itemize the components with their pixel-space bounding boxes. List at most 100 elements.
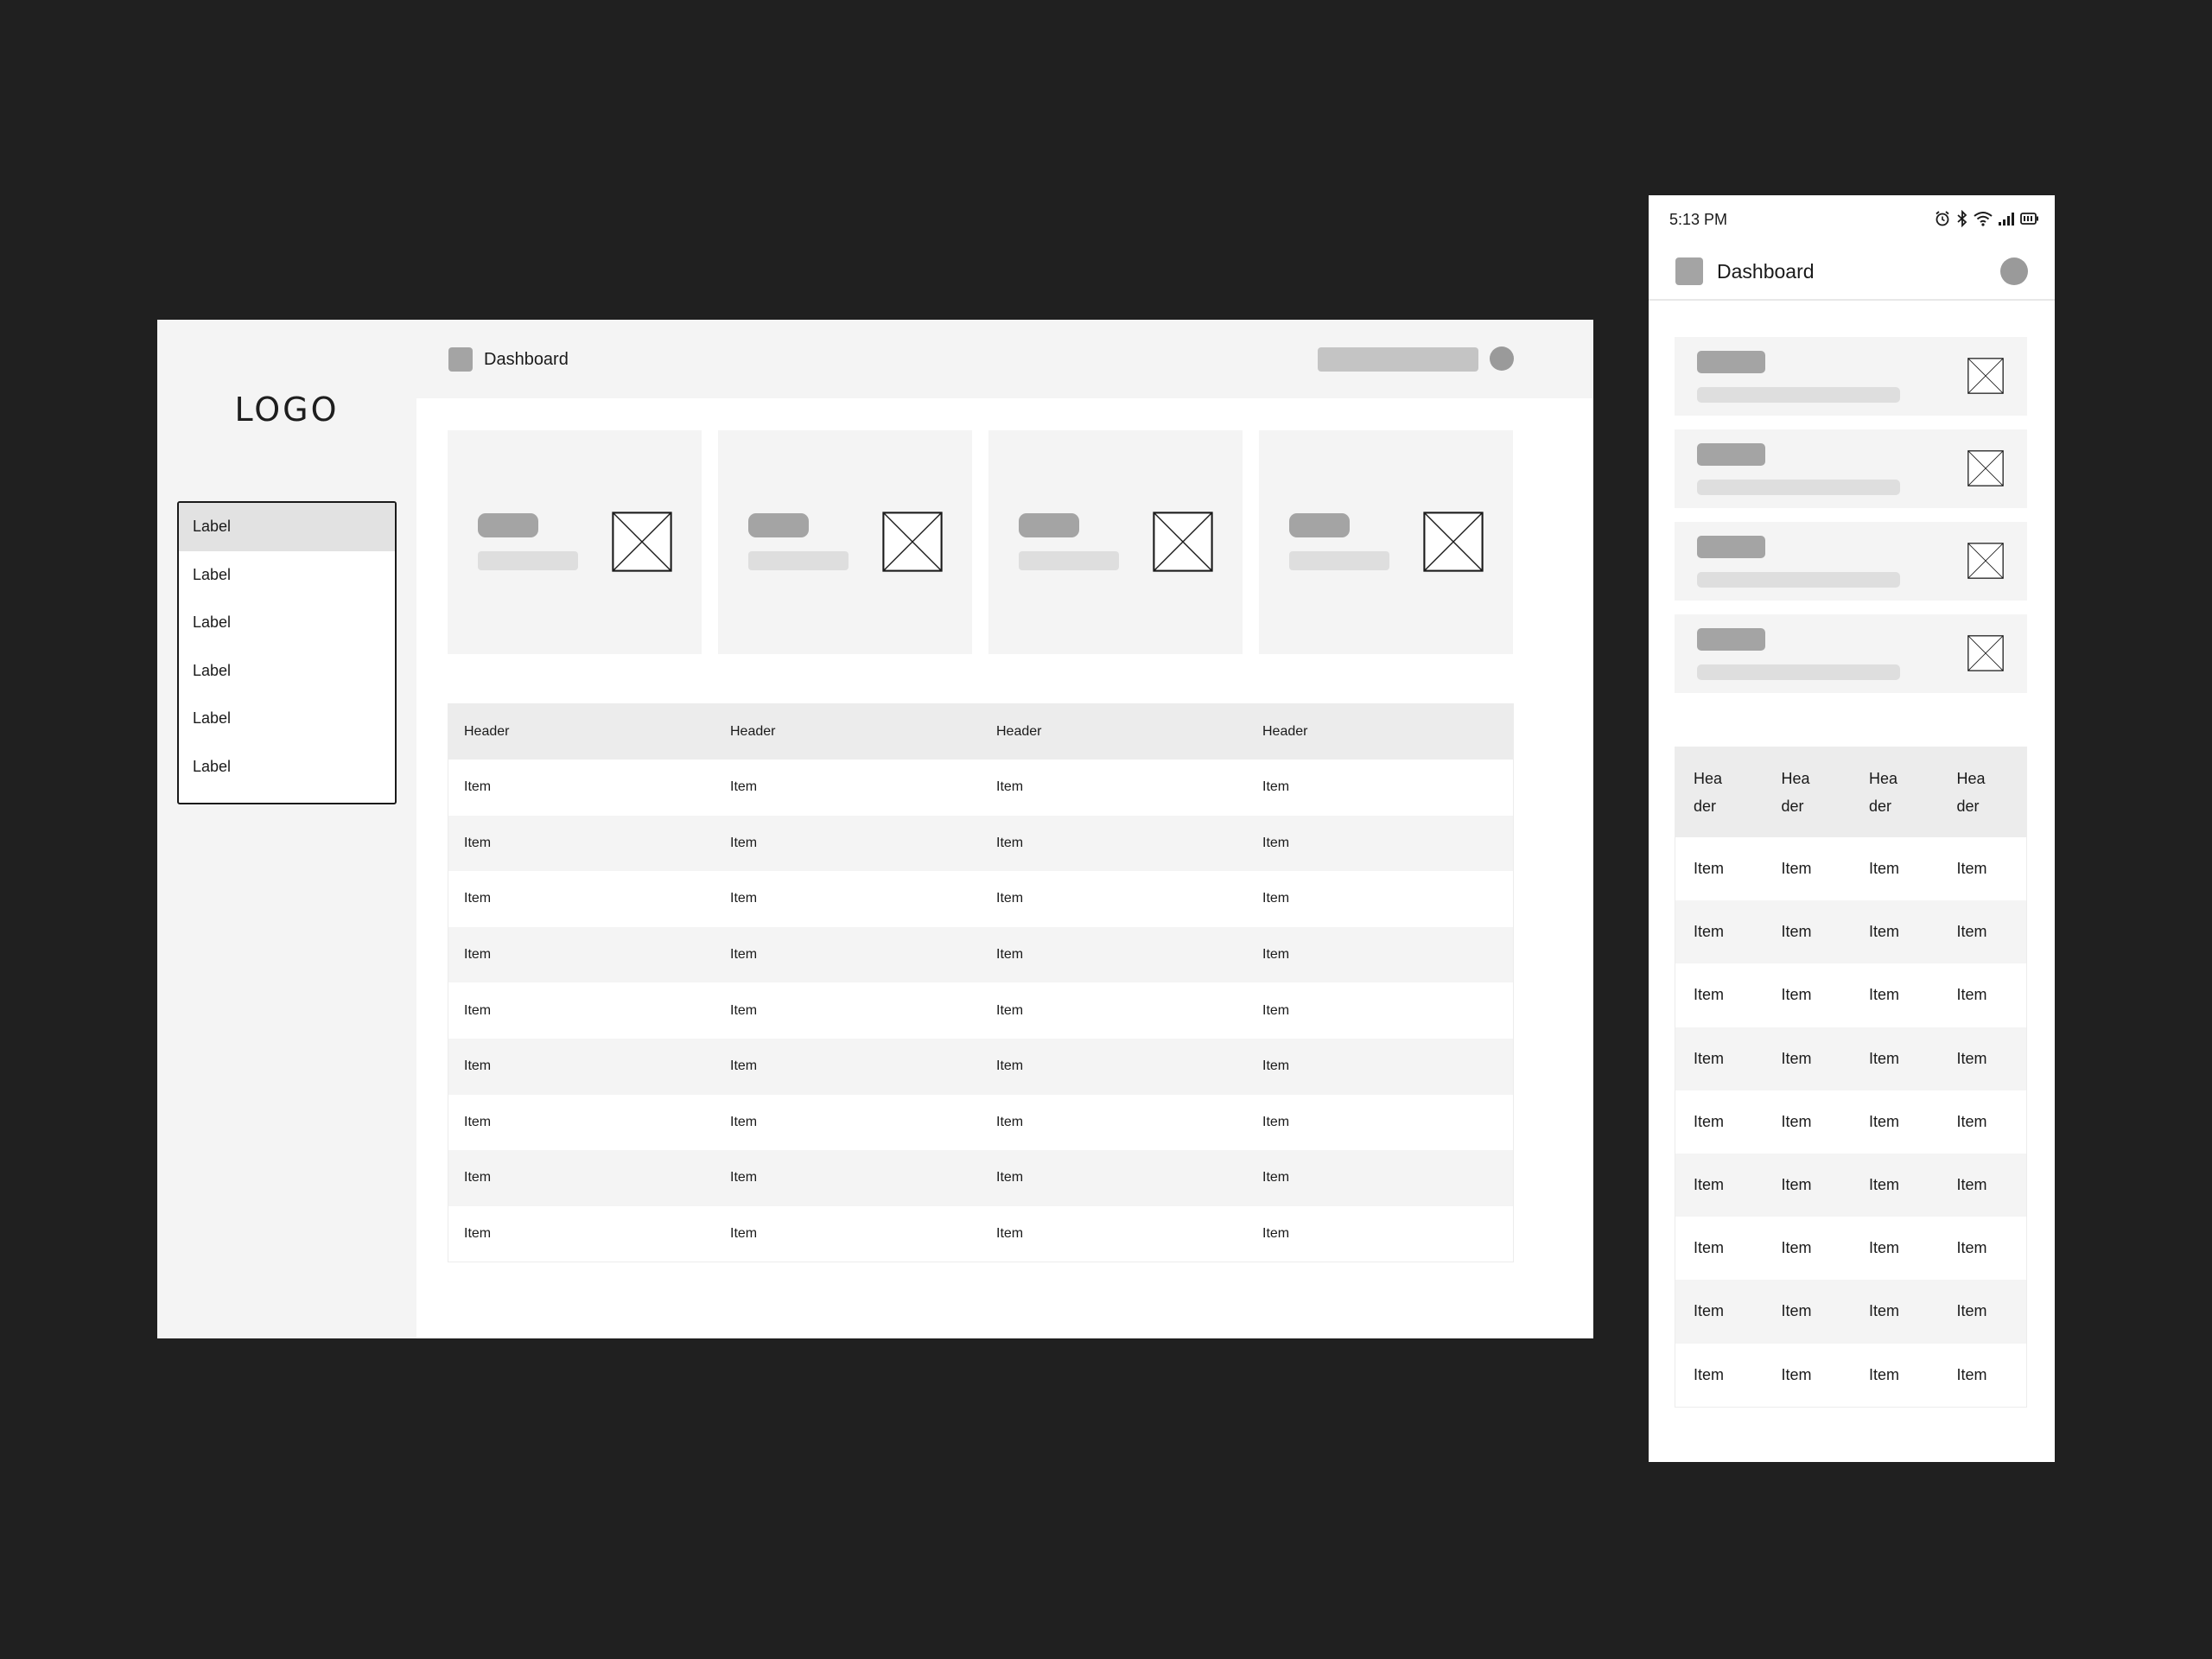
table-header-cell[interactable]: Header <box>1675 765 1764 820</box>
table-cell: Item <box>730 1226 758 1242</box>
table-cell: Item <box>1956 860 1987 878</box>
table-row[interactable]: Item Item Item Item <box>448 1206 1513 1262</box>
table-header-cell[interactable]: Header <box>1764 765 1852 820</box>
table-header-cell[interactable]: Header <box>1851 765 1939 820</box>
table-cell: Item <box>1956 986 1987 1004</box>
placeholder-pill <box>1697 443 1765 466</box>
app-icon <box>448 347 473 372</box>
table-row[interactable]: Item Item Item Item <box>448 1095 1513 1151</box>
table-cell: Item <box>730 1114 758 1129</box>
table-cell: Item <box>1262 1114 1290 1129</box>
table-cell: Item <box>1869 986 1900 1004</box>
search-bar[interactable] <box>1318 347 1478 372</box>
table-cell: Item <box>996 1114 1024 1129</box>
table-cell: Item <box>1869 923 1900 941</box>
table-row[interactable]: Item Item Item Item <box>1675 900 2026 964</box>
placeholder-pill <box>1019 513 1079 537</box>
table-cell: Item <box>730 947 758 963</box>
avatar[interactable] <box>2000 257 2028 285</box>
placeholder-bar <box>1697 572 1900 588</box>
table-cell: Item <box>996 1170 1024 1185</box>
app-icon <box>1675 257 1703 285</box>
table-header-cell[interactable]: Header <box>981 724 1247 740</box>
page-title: Dashboard <box>484 350 569 369</box>
table-row[interactable]: Item Item Item Item <box>1675 963 2026 1027</box>
table-row[interactable]: Item Item Item Item <box>1675 1027 2026 1090</box>
table-row[interactable]: Item Item Item Item <box>1675 837 2026 900</box>
sidebar-item[interactable]: Label <box>179 599 395 647</box>
data-table: Header Header Header Header Item Item Item Item… <box>1675 747 2027 1408</box>
sidebar-item[interactable]: Label <box>179 647 395 696</box>
table-cell: Item <box>1956 1049 1987 1067</box>
sidebar-item[interactable]: Label <box>179 743 395 791</box>
stat-card[interactable] <box>988 430 1243 654</box>
table-row[interactable]: Item Item Item Item <box>448 760 1513 816</box>
table-cell: Item <box>1869 1112 1900 1130</box>
table-cell: Item <box>1262 891 1290 906</box>
table-header-cell[interactable]: Header <box>715 724 981 740</box>
table-cell: Item <box>1781 923 1812 941</box>
table-cell: Item <box>1262 1002 1290 1018</box>
mobile-wireframe: 5:13 PM Dashboard Header Header Header Head… <box>1649 195 2055 1462</box>
sidebar-item[interactable]: Label <box>179 695 395 743</box>
stat-card[interactable] <box>1675 522 2027 601</box>
stat-card[interactable] <box>1259 430 1513 654</box>
table-cell: Item <box>1956 1239 1987 1257</box>
logo: LOGO <box>234 391 340 429</box>
table-cell: Item <box>1956 1365 1987 1383</box>
placeholder-pill <box>1289 513 1350 537</box>
table-row[interactable]: Item Item Item Item <box>1675 1344 2026 1407</box>
table-cell: Item <box>1781 1365 1812 1383</box>
table-cell: Item <box>1781 1112 1812 1130</box>
table-header-row: Header Header Header Header <box>448 704 1513 760</box>
table-cell: Item <box>1781 860 1812 878</box>
bluetooth-icon <box>1956 209 1968 232</box>
table-cell: Item <box>1781 1176 1812 1194</box>
table-row[interactable]: Item Item Item Item <box>1675 1217 2026 1280</box>
placeholder-bar <box>1697 480 1900 495</box>
alarm-icon <box>1934 210 1951 232</box>
table-cell: Item <box>1869 1049 1900 1067</box>
table-cell: Item <box>1694 860 1725 878</box>
table-header-cell[interactable]: Header <box>1939 765 2027 820</box>
placeholder-bar <box>1019 551 1119 570</box>
table-cell: Item <box>996 1002 1024 1018</box>
stat-card[interactable] <box>718 430 972 654</box>
avatar[interactable] <box>1490 346 1514 371</box>
stat-card[interactable] <box>1675 429 2027 508</box>
stat-card[interactable] <box>1675 337 2027 416</box>
table-cell: Item <box>1262 779 1290 795</box>
status-icons <box>1934 209 2039 232</box>
table-row[interactable]: Item Item Item Item <box>448 926 1513 983</box>
stat-card[interactable] <box>448 430 702 654</box>
table-cell: Item <box>1262 835 1290 850</box>
sidebar-item[interactable]: Label <box>179 503 395 551</box>
table-cell: Item <box>996 891 1024 906</box>
table-row[interactable]: Item Item Item Item <box>448 815 1513 872</box>
table-cell: Item <box>730 1058 758 1074</box>
table-cell: Item <box>464 1002 492 1018</box>
table-header-cell[interactable]: Header <box>448 724 715 740</box>
table-cell: Item <box>1262 1058 1290 1074</box>
table-cell: Item <box>1694 1239 1725 1257</box>
table-header-cell[interactable]: Header <box>1247 724 1513 740</box>
sidebar-item[interactable]: Label <box>179 551 395 600</box>
table-row[interactable]: Item Item Item Item <box>448 1038 1513 1095</box>
image-placeholder-icon <box>1153 512 1213 572</box>
placeholder-pill <box>1697 351 1765 373</box>
table-row[interactable]: Item Item Item Item <box>1675 1153 2026 1217</box>
table-cell: Item <box>464 1170 492 1185</box>
app-bar: Dashboard <box>1649 249 2055 301</box>
table-cell: Item <box>1956 923 1987 941</box>
table-row[interactable]: Item Item Item Item <box>448 1150 1513 1206</box>
table-row[interactable]: Item Item Item Item <box>1675 1280 2026 1344</box>
stat-card[interactable] <box>1675 614 2027 693</box>
image-placeholder-icon <box>1967 450 2004 486</box>
sidebar-nav: Label Label Label Label Label Label <box>177 501 397 804</box>
image-placeholder-icon <box>882 512 943 572</box>
table-row[interactable]: Item Item Item Item <box>448 982 1513 1039</box>
table-cell: Item <box>1956 1112 1987 1130</box>
table-row[interactable]: Item Item Item Item <box>448 871 1513 927</box>
table-row[interactable]: Item Item Item Item <box>1675 1090 2026 1154</box>
image-placeholder-icon <box>1967 635 2004 671</box>
